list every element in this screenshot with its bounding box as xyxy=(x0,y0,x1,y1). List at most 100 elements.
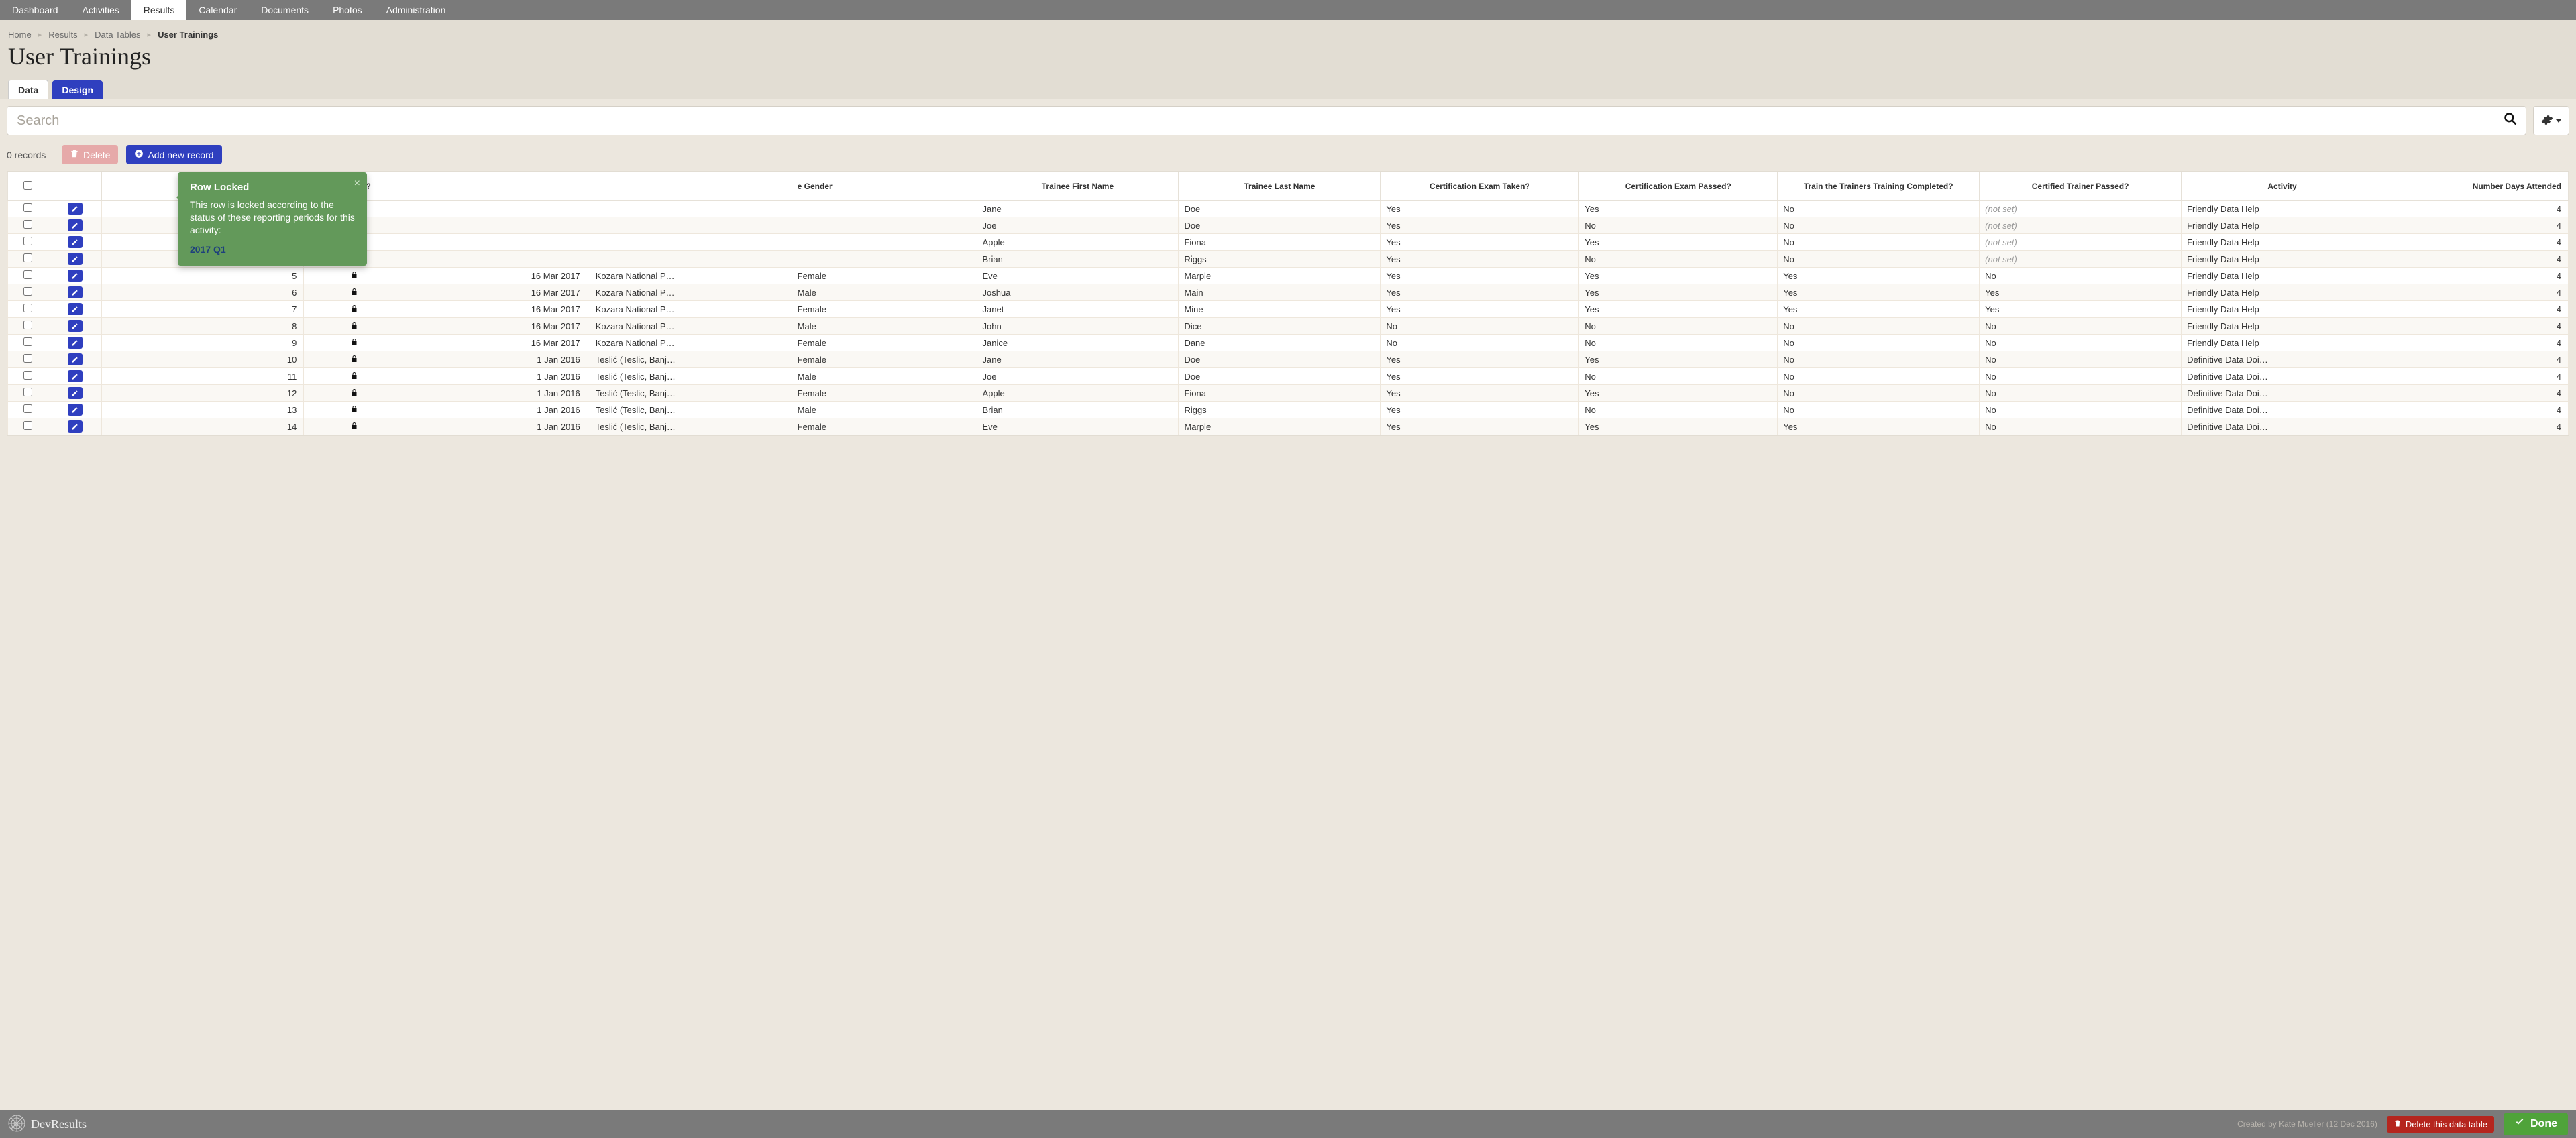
header-tt-completed[interactable]: Train the Trainers Training Completed? xyxy=(1778,172,1980,201)
search-input[interactable] xyxy=(7,106,2526,135)
cell-gender xyxy=(792,201,977,217)
edit-row-button[interactable] xyxy=(48,234,102,251)
edit-row-button[interactable] xyxy=(48,368,102,385)
row-checkbox[interactable] xyxy=(8,418,48,435)
row-checkbox[interactable] xyxy=(8,368,48,385)
content-area: 0 records Delete Add new record Key Valu… xyxy=(0,99,2576,443)
cell-key-value: 11 xyxy=(102,368,304,385)
row-checkbox[interactable] xyxy=(8,268,48,284)
edit-row-button[interactable] xyxy=(48,351,102,368)
cell-locked[interactable] xyxy=(304,268,405,284)
header-select-all[interactable] xyxy=(8,172,48,201)
header-cert-trainer-passed[interactable]: Certified Trainer Passed? xyxy=(1980,172,2182,201)
edit-row-button[interactable] xyxy=(48,301,102,318)
header-exam-taken[interactable]: Certification Exam Taken? xyxy=(1381,172,1579,201)
tab-data[interactable]: Data xyxy=(8,80,48,99)
row-checkbox[interactable] xyxy=(8,351,48,368)
header-activity[interactable]: Activity xyxy=(2182,172,2383,201)
edit-row-button[interactable] xyxy=(48,385,102,402)
done-button[interactable]: Done xyxy=(2504,1113,2568,1135)
cell-locked[interactable] xyxy=(304,368,405,385)
popover-period-link[interactable]: 2017 Q1 xyxy=(190,243,226,256)
breadcrumb-link[interactable]: Data Tables xyxy=(95,30,140,40)
table-row: 4BrianRiggsYesNoNo(not set)Friendly Data… xyxy=(8,251,2569,268)
row-checkbox[interactable] xyxy=(8,284,48,301)
edit-row-button[interactable] xyxy=(48,201,102,217)
row-checkbox[interactable] xyxy=(8,335,48,351)
cell-date: 1 Jan 2016 xyxy=(405,368,590,385)
row-checkbox[interactable] xyxy=(8,251,48,268)
breadcrumb-link[interactable]: Results xyxy=(48,30,77,40)
edit-row-button[interactable] xyxy=(48,251,102,268)
cell-locked[interactable] xyxy=(304,284,405,301)
nav-calendar[interactable]: Calendar xyxy=(186,0,249,20)
search-icon[interactable] xyxy=(2504,112,2517,129)
row-checkbox[interactable] xyxy=(8,234,48,251)
edit-row-button[interactable] xyxy=(48,217,102,234)
header-trainee-last-name[interactable]: Trainee Last Name xyxy=(1179,172,1381,201)
row-checkbox[interactable] xyxy=(8,402,48,418)
edit-row-button[interactable] xyxy=(48,284,102,301)
cell-cert-trainer: (not set) xyxy=(1980,234,2182,251)
cell-exam-passed: No xyxy=(1579,335,1778,351)
tab-design[interactable]: Design xyxy=(52,80,103,99)
nav-documents[interactable]: Documents xyxy=(249,0,321,20)
cell-locked[interactable] xyxy=(304,385,405,402)
records-count: 0 records xyxy=(7,150,54,160)
nav-results[interactable]: Results xyxy=(131,0,187,20)
cell-cert-trainer: Yes xyxy=(1980,301,2182,318)
popover-title: Row Locked xyxy=(190,182,355,193)
gear-icon xyxy=(2541,114,2553,128)
nav-dashboard[interactable]: Dashboard xyxy=(0,0,70,20)
cell-activity: Definitive Data Doi… xyxy=(2182,368,2383,385)
nav-administration[interactable]: Administration xyxy=(374,0,458,20)
nav-photos[interactable]: Photos xyxy=(321,0,374,20)
delete-data-table-button[interactable]: Delete this data table xyxy=(2387,1116,2494,1133)
row-checkbox[interactable] xyxy=(8,301,48,318)
edit-row-button[interactable] xyxy=(48,402,102,418)
brand-name: DevResults xyxy=(31,1117,87,1131)
delete-button[interactable]: Delete xyxy=(62,145,118,164)
edit-row-button[interactable] xyxy=(48,318,102,335)
header-gender-partial[interactable]: e Gender xyxy=(792,172,977,201)
cell-gender: Female xyxy=(792,301,977,318)
header-exam-passed[interactable]: Certification Exam Passed? xyxy=(1579,172,1778,201)
row-checkbox[interactable] xyxy=(8,201,48,217)
cell-key-value: 5 xyxy=(102,268,304,284)
cell-exam-taken: Yes xyxy=(1381,284,1579,301)
row-checkbox[interactable] xyxy=(8,385,48,402)
breadcrumb-link[interactable]: Home xyxy=(8,30,32,40)
cell-last-name: Marple xyxy=(1179,268,1381,284)
lock-icon xyxy=(350,372,358,382)
row-checkbox[interactable] xyxy=(8,217,48,234)
cell-cert-trainer: No xyxy=(1980,268,2182,284)
header-days-attended[interactable]: Number Days Attended xyxy=(2383,172,2569,201)
nav-activities[interactable]: Activities xyxy=(70,0,131,20)
edit-row-button[interactable] xyxy=(48,418,102,435)
header-date-hidden[interactable] xyxy=(405,172,590,201)
edit-row-button[interactable] xyxy=(48,335,102,351)
settings-button[interactable] xyxy=(2533,106,2569,135)
cell-exam-taken: Yes xyxy=(1381,201,1579,217)
cell-first-name: Apple xyxy=(977,385,1179,402)
add-new-record-button[interactable]: Add new record xyxy=(126,145,221,164)
cell-locked[interactable] xyxy=(304,301,405,318)
cell-cert-trainer: No xyxy=(1980,385,2182,402)
cell-gender xyxy=(792,217,977,234)
row-checkbox[interactable] xyxy=(8,318,48,335)
cell-activity: Friendly Data Help xyxy=(2182,335,2383,351)
cell-locked[interactable] xyxy=(304,351,405,368)
header-trainee-first-name[interactable]: Trainee First Name xyxy=(977,172,1179,201)
table-row: 516 Mar 2017Kozara National P…FemaleEveM… xyxy=(8,268,2569,284)
cell-locked[interactable] xyxy=(304,318,405,335)
pencil-icon xyxy=(68,387,83,399)
edit-row-button[interactable] xyxy=(48,268,102,284)
cell-locked[interactable] xyxy=(304,418,405,435)
header-location-hidden[interactable] xyxy=(590,172,792,201)
table-row: 131 Jan 2016Teslić (Teslic, Banj…MaleBri… xyxy=(8,402,2569,418)
cell-locked[interactable] xyxy=(304,335,405,351)
cell-locked[interactable] xyxy=(304,402,405,418)
cell-days: 4 xyxy=(2383,335,2569,351)
cell-first-name: Brian xyxy=(977,402,1179,418)
close-icon[interactable]: × xyxy=(354,178,360,190)
